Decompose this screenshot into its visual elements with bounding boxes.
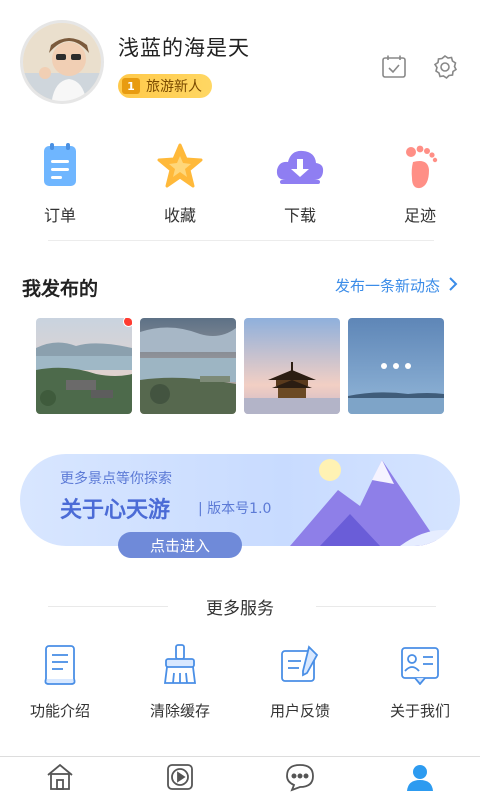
services-grid: 功能介绍 清除缓存 用户反馈 关于我们	[0, 642, 480, 721]
bottom-tab-bar	[0, 756, 480, 800]
home-icon	[45, 762, 75, 796]
divider	[48, 240, 434, 241]
quick-favorites[interactable]: 收藏	[120, 140, 240, 226]
service-feedback-label: 用户反馈	[269, 702, 330, 720]
quick-favorites-label: 收藏	[163, 206, 196, 225]
banner-subtitle: 更多景点等你探索	[60, 471, 172, 487]
quick-footprints-label: 足迹	[403, 206, 436, 225]
footprint-icon	[394, 140, 446, 192]
banner-title: 关于心天游	[60, 498, 171, 523]
quick-actions: 订单 收藏 下载 足迹	[0, 140, 480, 226]
service-about-us-label: 关于我们	[389, 702, 450, 720]
banner-version: | 版本号1.0	[198, 501, 272, 517]
service-about-us[interactable]: 关于我们	[360, 642, 480, 721]
enter-button[interactable]: 点击进入	[118, 532, 242, 558]
user-profile-icon	[404, 762, 436, 796]
tab-profile[interactable]	[360, 757, 480, 800]
about-banner[interactable]: 更多景点等你探索 关于心天游 | 版本号1.0	[20, 454, 460, 546]
services-title: 更多服务	[206, 599, 274, 619]
post-thumbnail[interactable]	[36, 318, 132, 414]
tab-messages[interactable]	[240, 757, 360, 800]
quick-orders[interactable]: 订单	[0, 140, 120, 226]
quick-downloads[interactable]: 下载	[240, 140, 360, 226]
more-posts-thumbnail[interactable]	[348, 318, 444, 414]
badge-label: 旅游新人	[146, 79, 202, 95]
video-play-icon	[165, 762, 195, 796]
unread-dot	[123, 318, 132, 327]
quick-footprints[interactable]: 足迹	[360, 140, 480, 226]
settings-gear-icon[interactable]	[432, 54, 458, 80]
calendar-check-icon[interactable]	[381, 54, 407, 80]
chevron-right-icon	[448, 276, 458, 295]
order-list-icon	[34, 140, 86, 192]
quick-orders-label: 订单	[43, 206, 76, 225]
tab-video[interactable]	[120, 757, 240, 800]
post-thumbnail[interactable]	[140, 318, 236, 414]
service-feature-intro[interactable]: 功能介绍	[0, 642, 120, 721]
post-thumbnail[interactable]	[244, 318, 340, 414]
my-posts-gallery	[36, 318, 444, 414]
feedback-edit-icon	[278, 642, 322, 686]
level-badge: 1 旅游新人	[118, 74, 212, 98]
cloud-download-icon	[274, 140, 326, 192]
service-clear-cache-label: 清除缓存	[149, 702, 210, 720]
new-post-link[interactable]: 发布一条新动态	[335, 275, 458, 296]
star-favorite-icon	[154, 140, 206, 192]
crown-level-icon: 1	[122, 78, 140, 94]
quick-downloads-label: 下载	[283, 206, 316, 225]
about-card-icon	[398, 642, 442, 686]
my-posts-title: 我发布的	[22, 278, 99, 300]
avatar[interactable]	[20, 20, 104, 104]
new-post-link-label: 发布一条新动态	[334, 277, 440, 295]
feature-scroll-icon	[38, 642, 82, 686]
chat-bubble-icon	[284, 762, 316, 796]
service-clear-cache[interactable]: 清除缓存	[120, 642, 240, 721]
broom-clear-icon	[158, 642, 202, 686]
service-feedback[interactable]: 用户反馈	[240, 642, 360, 721]
tab-home[interactable]	[0, 757, 120, 800]
username: 浅蓝的海是天	[118, 36, 250, 60]
service-feature-intro-label: 功能介绍	[29, 702, 90, 720]
